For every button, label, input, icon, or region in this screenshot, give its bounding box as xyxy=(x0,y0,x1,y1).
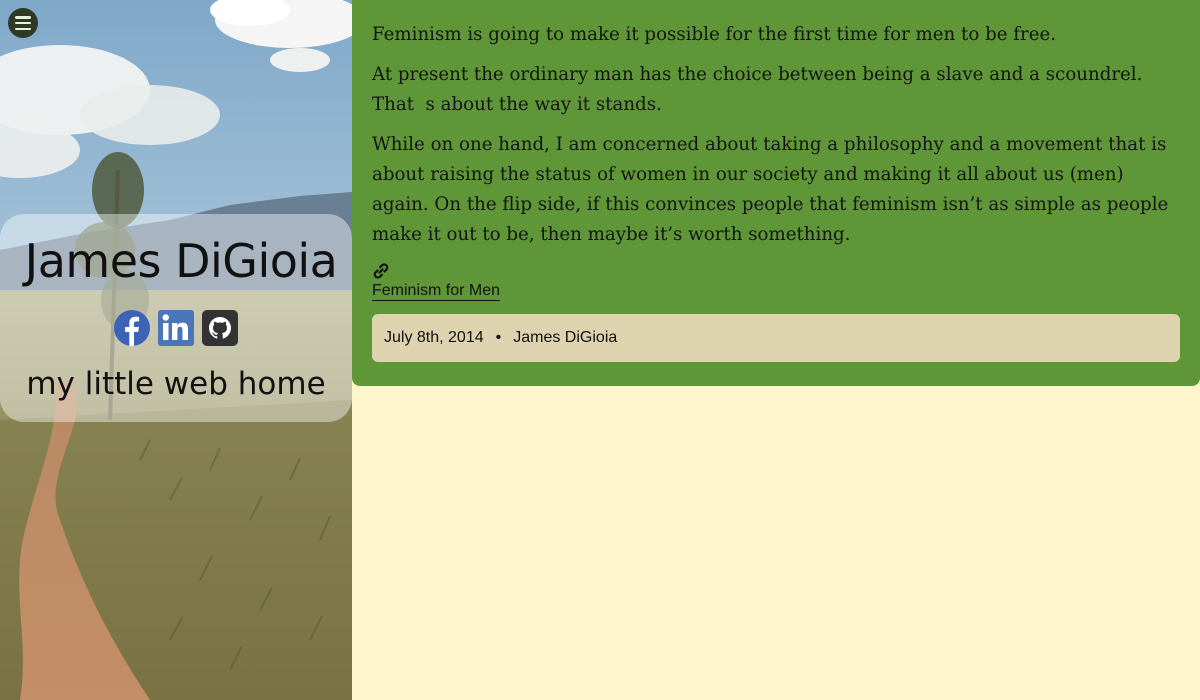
post-paragraph: Feminism is going to make it possible fo… xyxy=(372,24,1057,45)
site-identity-panel: James DiGioia my little web home xyxy=(0,214,352,422)
post-author[interactable]: James DiGioia xyxy=(513,329,617,347)
post-date[interactable]: July 8th, 2014 xyxy=(384,329,484,347)
site-title: James DiGioia xyxy=(24,234,338,288)
meta-separator: • xyxy=(495,329,502,346)
post-paragraph: At present the ordinary man has the choi… xyxy=(372,64,1143,115)
link-icon xyxy=(373,263,389,279)
post-meta: July 8th, 2014 • James DiGioia xyxy=(372,314,1180,362)
github-icon[interactable] xyxy=(202,310,238,346)
quote-post: Feminism is going to make it possible fo… xyxy=(352,0,1200,386)
hamburger-menu-icon xyxy=(15,16,31,30)
social-links xyxy=(0,310,352,346)
facebook-icon[interactable] xyxy=(114,310,150,346)
site-tagline: my little web home xyxy=(26,366,326,402)
source-link[interactable]: Feminism for Men xyxy=(372,282,501,301)
linkedin-icon[interactable] xyxy=(158,310,194,346)
menu-button[interactable] xyxy=(8,8,38,38)
sidebar: James DiGioia my little web home xyxy=(0,0,352,700)
post-paragraph: While on one hand, I am concerned about … xyxy=(372,134,1169,245)
